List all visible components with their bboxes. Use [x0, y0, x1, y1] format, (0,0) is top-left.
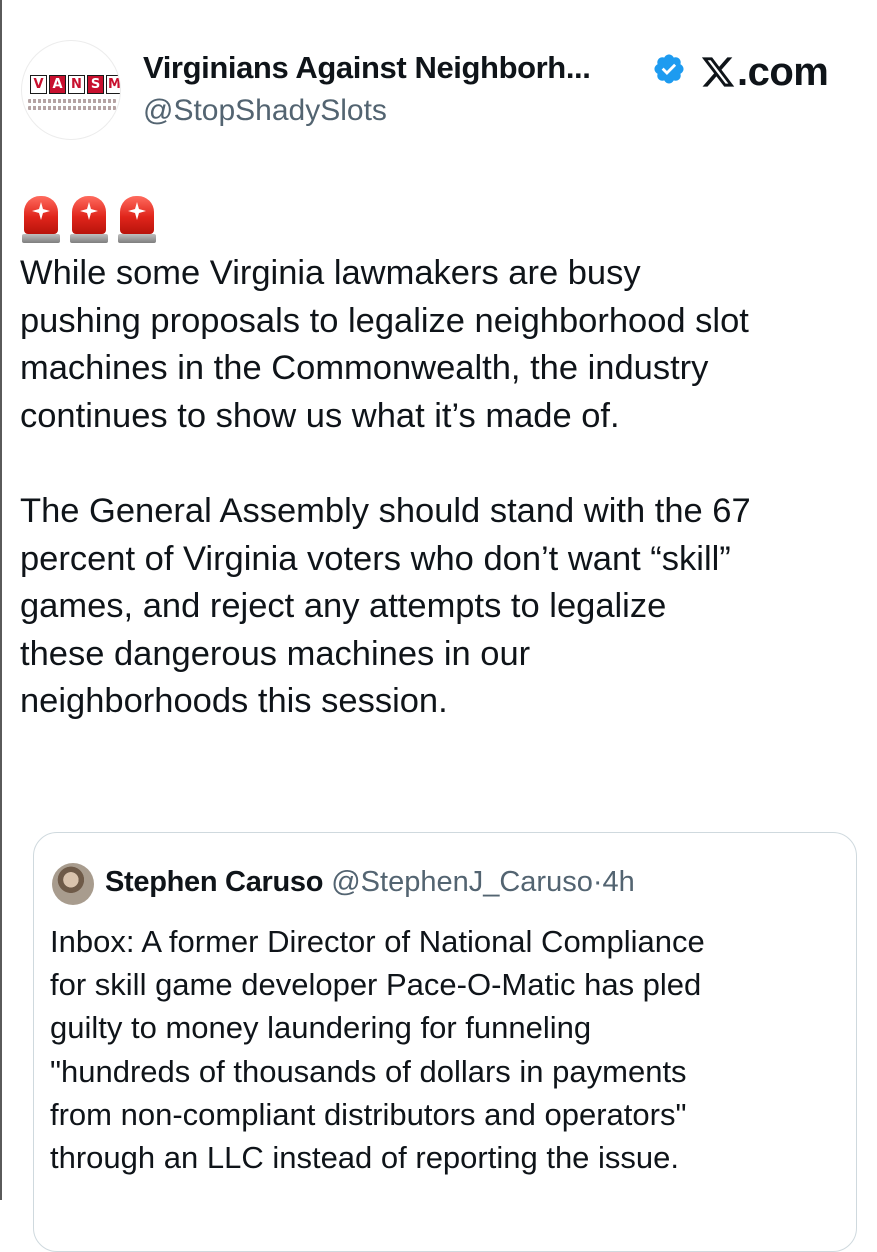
- quoted-author-handle[interactable]: @StephenJ_Caruso: [331, 866, 593, 898]
- logo-tagline-line: [28, 99, 116, 103]
- quoted-separator: ·: [592, 866, 603, 898]
- author-display-name[interactable]: Virginians Against Neighborh...: [143, 50, 591, 86]
- logo-tagline-line: [28, 106, 116, 110]
- police-car-light-icon: [22, 194, 60, 244]
- x-logo-icon: [701, 57, 735, 87]
- police-car-light-icon: [70, 194, 108, 244]
- logo-letter: S: [87, 75, 104, 94]
- quoted-author-avatar[interactable]: [52, 863, 94, 905]
- logo-letter: V: [30, 75, 47, 94]
- logo-letter: N: [68, 75, 85, 94]
- left-edge-line: [0, 0, 2, 1200]
- site-label: .com: [737, 49, 829, 94]
- x-com-logo[interactable]: .com: [700, 49, 829, 94]
- quoted-post-header: Stephen Caruso @StephenJ_Caruso·4h: [105, 866, 635, 899]
- police-car-light-icon: [118, 194, 156, 244]
- quoted-timestamp[interactable]: 4h: [603, 866, 635, 898]
- author-handle[interactable]: @StopShadySlots: [143, 94, 387, 128]
- logo-letter: M: [106, 75, 120, 94]
- author-avatar[interactable]: V A N S M: [21, 40, 121, 140]
- quoted-author-name[interactable]: Stephen Caruso: [105, 866, 323, 898]
- post-text: While some Virginia lawmakers are busy p…: [20, 254, 751, 721]
- quoted-post-text: Inbox: A former Director of National Com…: [50, 924, 705, 1176]
- siren-emoji-row: [22, 194, 156, 244]
- logo-letter: A: [49, 75, 66, 94]
- vansm-logo: V A N S M: [30, 75, 120, 94]
- verified-badge-icon: [654, 54, 684, 84]
